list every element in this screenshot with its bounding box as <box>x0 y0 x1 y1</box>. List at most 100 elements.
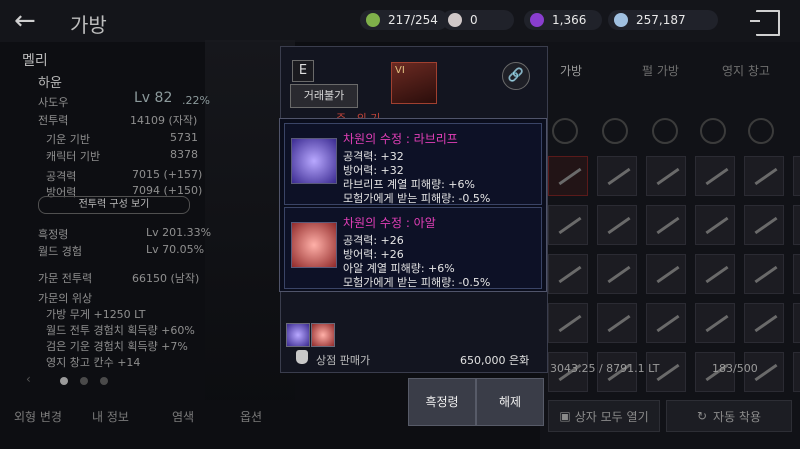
open-all-label: 상자 모두 열기 <box>574 409 649 424</box>
base-value: 5731 <box>170 131 198 144</box>
inventory-slot[interactable] <box>646 303 686 343</box>
char-base-value: 8378 <box>170 148 198 161</box>
gem-icon <box>291 138 337 184</box>
unequip-button[interactable]: 해제 <box>476 378 544 426</box>
family-combat-value: 66150 (남작) <box>132 272 200 285</box>
silver-icon <box>614 13 628 27</box>
page-title: 가방 <box>70 13 107 37</box>
family-combat-label: 가문 전투력 <box>38 272 93 285</box>
inventory-slot[interactable] <box>548 254 588 294</box>
sword-item-icon <box>754 265 778 284</box>
currency-silver[interactable]: 257,187 <box>608 10 718 30</box>
inventory-slot[interactable] <box>548 205 588 245</box>
open-all-boxes-button[interactable]: ▣ 상자 모두 열기 <box>548 400 660 432</box>
filter-ring-icon[interactable] <box>652 118 678 144</box>
trade-restriction-badge: 거래불가 <box>290 84 358 108</box>
sword-item-icon <box>656 167 680 186</box>
item-grade-roman: VI <box>395 65 405 76</box>
attack-label: 공격력 <box>46 170 77 183</box>
black-spirit-value: Lv 201.33% <box>146 226 212 239</box>
inventory-slot[interactable] <box>597 156 637 196</box>
crystal-value: 1,366 <box>552 13 587 27</box>
inventory-slot[interactable] <box>597 254 637 294</box>
sword-item-icon <box>607 265 631 284</box>
sword-item-icon <box>558 265 582 284</box>
sword-item-icon <box>656 216 680 235</box>
inventory-slot[interactable] <box>646 254 686 294</box>
inventory-slot[interactable] <box>548 156 588 196</box>
sword-item-icon <box>754 167 778 186</box>
inventory-slot[interactable] <box>793 303 800 343</box>
silver-value: 257,187 <box>636 13 686 27</box>
inventory-slot[interactable] <box>646 205 686 245</box>
inventory-slot[interactable] <box>597 205 637 245</box>
gem-title: 차원의 수정 : 아알 <box>343 216 436 230</box>
tab-pearl-bag[interactable]: 펄 가방 <box>642 62 679 79</box>
gem-slot[interactable] <box>286 323 310 347</box>
inventory-slot[interactable] <box>793 254 800 294</box>
tab-my-info[interactable]: 내 정보 <box>92 408 129 425</box>
filter-helmet-icon[interactable] <box>602 118 628 144</box>
bag-slots: 183/500 <box>712 362 758 375</box>
inventory-slot[interactable] <box>793 156 800 196</box>
auto-equip-button[interactable]: ↻ 자동 착용 <box>666 400 792 432</box>
combat-config-button[interactable]: 전투력 구성 보기 <box>38 196 190 214</box>
chevron-left-icon[interactable]: ‹ <box>26 372 31 386</box>
back-button[interactable]: ← <box>14 8 48 34</box>
sword-item-icon <box>705 314 729 333</box>
filter-armor-icon[interactable] <box>700 118 726 144</box>
world-exp-label: 월드 경험 <box>38 245 82 258</box>
page-dot[interactable] <box>60 377 68 385</box>
inventory-slot[interactable] <box>744 303 784 343</box>
tab-territory-storage[interactable]: 영지 창고 <box>722 62 770 79</box>
inventory-slot[interactable] <box>646 156 686 196</box>
family-bonus-label: 가문의 위상 <box>38 292 93 305</box>
black-spirit-button[interactable]: 흑정령 <box>408 378 476 426</box>
attack-value: 7015 (+157) <box>132 168 203 181</box>
gem-card: 차원의 수정 : 라브리프 공격력: +32 방어력: +32 라브리프 계열 … <box>284 123 542 205</box>
inventory-slot[interactable] <box>793 352 800 392</box>
pearl-icon <box>448 13 462 27</box>
gem-slot[interactable] <box>311 323 335 347</box>
inventory-slot[interactable] <box>695 303 735 343</box>
bag-weight: 3043.25 / 8791.1 LT <box>550 362 660 375</box>
currency-crystal[interactable]: 1,366 <box>524 10 602 30</box>
inventory-slot[interactable] <box>744 156 784 196</box>
inventory-slot[interactable] <box>744 254 784 294</box>
energy-icon <box>366 13 380 27</box>
sword-item-icon <box>656 314 680 333</box>
energy-value: 217/254 <box>388 13 438 27</box>
sword-item-icon <box>607 216 631 235</box>
currency-energy[interactable]: 217/254 <box>360 10 448 30</box>
filter-sword-icon[interactable] <box>552 118 578 144</box>
char-base-label: 캐릭터 기반 <box>46 150 101 163</box>
auto-equip-label: 자동 착용 <box>713 409 762 424</box>
inventory-slot[interactable] <box>695 156 735 196</box>
gem-title: 차원의 수정 : 라브리프 <box>343 132 458 146</box>
family-name: 멜리 <box>22 53 48 69</box>
currency-pearl[interactable]: 0 <box>442 10 514 30</box>
sword-item-icon <box>656 265 680 284</box>
exit-door-icon[interactable] <box>750 10 780 36</box>
gem-stat: 모험가에게 받는 피해량: -0.5% <box>343 276 491 289</box>
filter-potion-icon[interactable] <box>748 118 774 144</box>
link-icon[interactable]: 🔗 <box>502 62 530 90</box>
bonus-line: 검은 기운 경험치 획득량 +7% <box>46 340 188 353</box>
inventory-slot[interactable] <box>695 205 735 245</box>
tab-options[interactable]: 옵션 <box>240 408 262 425</box>
page-dot[interactable] <box>100 377 108 385</box>
inventory-slot[interactable] <box>793 205 800 245</box>
tab-dye[interactable]: 염색 <box>172 408 194 425</box>
sword-item-icon <box>705 265 729 284</box>
inventory-slot[interactable] <box>548 303 588 343</box>
tab-appearance[interactable]: 외형 변경 <box>14 408 62 425</box>
combat-power-label: 전투력 <box>38 114 69 127</box>
inventory-slot[interactable] <box>744 205 784 245</box>
inventory-slot[interactable] <box>695 254 735 294</box>
inventory-slot[interactable] <box>597 303 637 343</box>
tab-bag[interactable]: 가방 <box>560 62 582 79</box>
page-dot[interactable] <box>80 377 88 385</box>
combat-power-value: 14109 (자작) <box>130 114 198 127</box>
character-class: 사도우 <box>38 96 69 109</box>
sword-item-icon <box>754 314 778 333</box>
